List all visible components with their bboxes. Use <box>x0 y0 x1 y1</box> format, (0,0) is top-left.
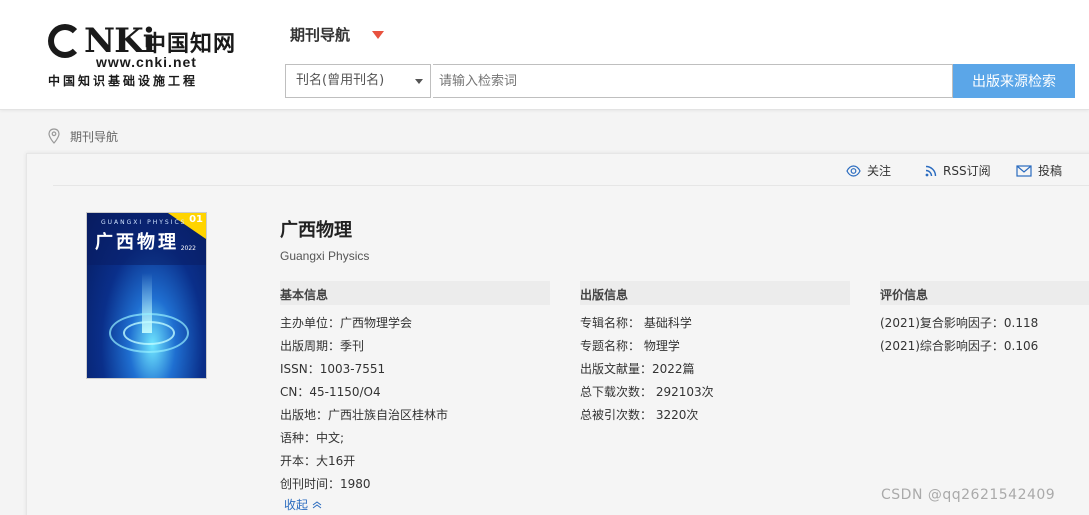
info-row: (2021)复合影响因子：0.118 <box>880 316 1039 330</box>
eye-icon <box>846 164 861 177</box>
info-row: 出版周期：季刊 <box>280 339 365 353</box>
submit-manuscript-button[interactable]: 投稿 <box>1016 162 1062 179</box>
publish-info-heading: 出版信息 <box>580 288 629 302</box>
search-field-select[interactable]: 刊名(曾用刊名) <box>285 64 431 98</box>
info-row: CN：45-1150/O4 <box>280 385 381 399</box>
evaluation-info-header: 评价信息 <box>880 281 1089 305</box>
follow-button[interactable]: 关注 <box>846 162 891 179</box>
info-row: 专辑名称： 基础科学 <box>580 316 692 330</box>
logo-url: www.cnki.net <box>96 54 197 70</box>
site-header: NKi 中国知网 www.cnki.net 中国知识基础设施工程 期刊导航 刊名… <box>0 0 1089 110</box>
journal-cover-image[interactable]: 01 GUANGXI PHYSICS 广西物理 2022 <box>86 212 207 379</box>
evaluation-info-heading: 评价信息 <box>880 288 929 302</box>
rss-label: RSS订阅 <box>943 164 991 178</box>
submit-label: 投稿 <box>1038 164 1063 178</box>
breadcrumb-item[interactable]: 期刊导航 <box>70 128 118 145</box>
info-row: 出版地：广西壮族自治区桂林市 <box>280 408 449 422</box>
info-row: 专题名称： 物理学 <box>580 339 680 353</box>
cover-title-cn: 广西物理 <box>95 232 179 253</box>
journal-title-en: Guangxi Physics <box>280 249 370 263</box>
search-field-select-value: 刊名(曾用刊名) <box>296 73 385 88</box>
journal-title: 广西物理 <box>280 220 352 241</box>
logo-subtitle: 中国知识基础设施工程 <box>48 74 199 88</box>
evaluation-info-list: (2021)复合影响因子：0.118 (2021)综合影响因子：0.106 <box>880 314 1038 360</box>
action-toolbar: 关注 RSS订阅 投稿 <box>53 154 1089 186</box>
info-row: 总下载次数： 292103次 <box>580 385 714 399</box>
cover-issue: 01 <box>189 214 203 225</box>
caret-down-icon <box>415 79 423 84</box>
info-row: 开本：大16开 <box>280 454 356 468</box>
collapse-link[interactable]: 收起 <box>284 496 322 513</box>
info-row: (2021)综合影响因子：0.106 <box>880 339 1039 353</box>
dropdown-triangle-icon[interactable] <box>372 31 384 39</box>
info-row: 语种：中文; <box>280 431 345 445</box>
basic-info-heading: 基本信息 <box>280 288 329 302</box>
cover-year: 2022 <box>180 245 196 252</box>
follow-label: 关注 <box>867 164 892 178</box>
rss-icon <box>925 165 937 176</box>
breadcrumb: 期刊导航 <box>48 126 118 146</box>
publish-info-header: 出版信息 <box>580 281 850 305</box>
info-row: 出版文献量：2022篇 <box>580 362 695 376</box>
watermark: CSDN @qq2621542409 <box>881 487 1056 503</box>
basic-info-list: 主办单位：广西物理学会 出版周期：季刊 ISSN：1003-7551 CN：45… <box>280 314 448 498</box>
rss-button[interactable]: RSS订阅 <box>925 162 991 179</box>
publish-info-list: 专辑名称： 基础科学 专题名称： 物理学 出版文献量：2022篇 总下载次数： … <box>580 314 714 429</box>
search-input[interactable] <box>433 64 953 98</box>
cnki-logo[interactable]: NKi 中国知网 www.cnki.net 中国知识基础设施工程 <box>48 22 248 90</box>
search-button[interactable]: 出版来源检索 <box>953 64 1075 98</box>
logo-c-icon <box>48 24 82 58</box>
envelope-icon <box>1016 164 1032 177</box>
double-chevron-up-icon <box>312 501 322 509</box>
basic-info-header: 基本信息 <box>280 281 550 305</box>
journal-nav-menu[interactable]: 期刊导航 <box>290 24 350 45</box>
location-pin-icon <box>48 128 60 144</box>
collapse-label: 收起 <box>284 498 309 512</box>
info-row: 总被引次数： 3220次 <box>580 408 699 422</box>
info-row: ISSN：1003-7551 <box>280 362 386 376</box>
cover-ring-inner <box>123 321 175 345</box>
journal-detail-panel: 关注 RSS订阅 投稿 01 GUANGXI PHYSICS 广西物理 2022 <box>26 153 1089 515</box>
info-row: 创刊时间：1980 <box>280 477 371 491</box>
cover-title-en: GUANGXI PHYSICS <box>101 219 187 226</box>
info-row: 主办单位：广西物理学会 <box>280 316 413 330</box>
